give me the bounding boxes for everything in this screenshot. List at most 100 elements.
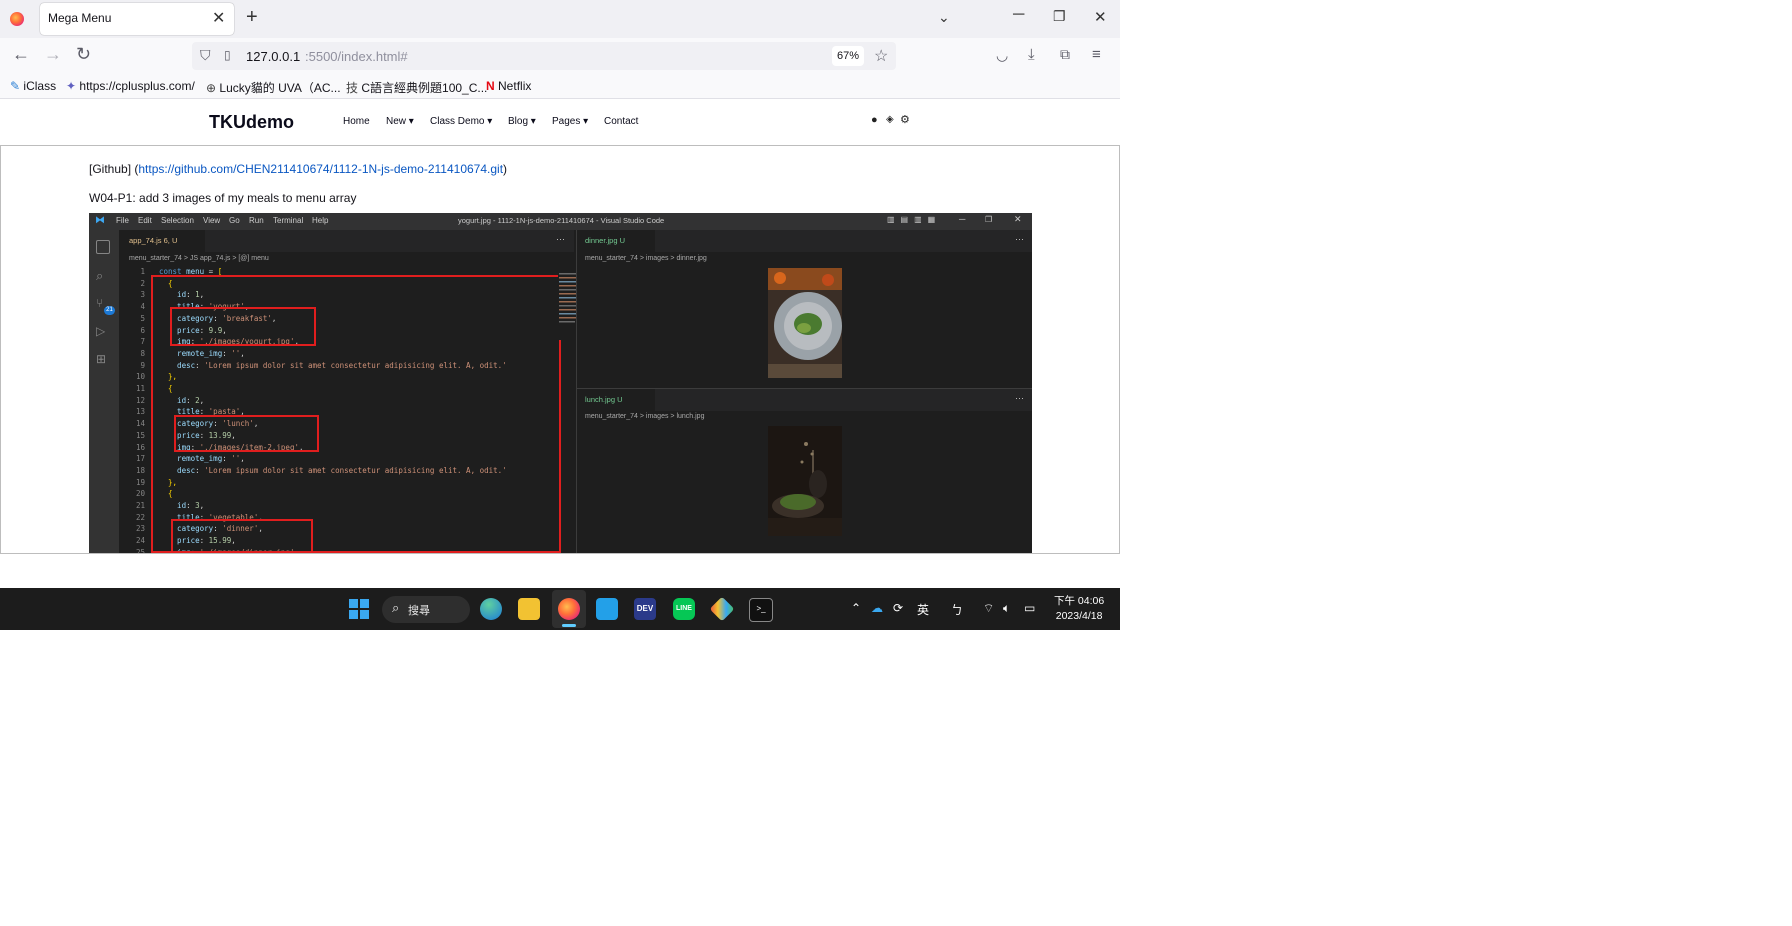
preview-tab-label: dinner.jpg U: [585, 236, 626, 245]
nav-class-demo[interactable]: Class Demo ▾: [430, 116, 492, 127]
vscode-editor: app_74.js 6, U ··· menu_starter_74 > JS …: [119, 230, 596, 553]
sync-icon[interactable]: ⟳: [893, 601, 903, 615]
editor-tab-app74: app_74.js 6, U: [119, 230, 205, 252]
vscode-titlebar: ⧓ File Edit Selection View Go Run Termin…: [89, 213, 1032, 230]
close-tab-icon[interactable]: ✕: [212, 8, 225, 28]
ime-mode-icon[interactable]: ㄅ: [951, 601, 963, 618]
zoom-level-button[interactable]: 67%: [832, 46, 864, 66]
devcpp-icon[interactable]: DEV: [634, 598, 656, 620]
clock-time: 下午 04:06: [1054, 595, 1105, 607]
vs-menu-run: Run: [249, 216, 264, 225]
downloads-icon[interactable]: ⤓: [1028, 46, 1035, 63]
tab-title: Mega Menu: [48, 11, 112, 25]
more-actions-icon: ···: [1015, 393, 1024, 403]
iclass-icon: ✎: [10, 79, 21, 93]
bookmark-cplusplus[interactable]: ✦ https://cplusplus.com/: [66, 79, 195, 93]
code-icon[interactable]: ◈: [886, 114, 894, 125]
show-hidden-icons-chevron[interactable]: ⌃: [851, 601, 861, 615]
nav-blog[interactable]: Blog ▾: [508, 116, 536, 127]
page-icon: ▯: [224, 48, 231, 62]
close-window-icon[interactable]: ✕: [1094, 8, 1107, 26]
line-icon[interactable]: LINE: [673, 598, 695, 620]
extensions-icon[interactable]: ⧉: [1060, 46, 1070, 63]
terminal-icon[interactable]: >_: [749, 598, 773, 622]
preview-top-tabs: dinner.jpg U ···: [577, 230, 1032, 252]
browser-nav-bar: ← → ↻ ⛉ ▯ 127.0.0.1 :5500/index.html# 67…: [0, 38, 1120, 74]
wifi-icon[interactable]: ⌔: [983, 601, 994, 616]
onedrive-icon[interactable]: ☁: [871, 601, 883, 615]
bookmark-star-icon[interactable]: ☆: [874, 46, 888, 66]
layout-icons: ▥▤▥▦: [887, 215, 942, 224]
highlight-box-lunch: [174, 415, 319, 452]
bookmark-iclass[interactable]: ✎ iClass: [10, 79, 56, 93]
bookmark-c-examples[interactable]: 技 C語言經典例題100_C...: [346, 79, 487, 96]
site-brand[interactable]: TKUdemo: [209, 112, 294, 133]
app-icon[interactable]: [709, 596, 735, 622]
vs-menu-edit: Edit: [138, 216, 152, 225]
preview-bottom-tabs: lunch.jpg U ···: [577, 388, 1032, 411]
tab-lunch-jpg: lunch.jpg U: [577, 389, 655, 411]
chevron-down-icon: ▾: [484, 116, 493, 127]
active-indicator: [562, 624, 576, 627]
new-tab-button[interactable]: +: [246, 6, 258, 29]
nav-home[interactable]: Home: [343, 116, 370, 127]
list-tabs-chevron-icon[interactable]: ⌄: [938, 9, 950, 26]
vscode-window-title: yogurt.jpg - 1112-1N-js-demo-211410674 -…: [458, 216, 665, 225]
content-frame: [Github] (https://github.com/CHEN2114106…: [0, 145, 1120, 554]
edge-icon[interactable]: [480, 598, 502, 620]
nav-new[interactable]: New ▾: [386, 116, 414, 127]
firefox-taskbar-icon[interactable]: [558, 598, 580, 620]
restore-icon[interactable]: ❐: [1053, 8, 1066, 25]
vscode-taskbar-icon[interactable]: [596, 598, 618, 620]
forward-icon[interactable]: →: [44, 44, 62, 65]
vs-minimize-icon: ─: [959, 214, 966, 224]
browser-tab-bar: Mega Menu ✕ + ⌄ ─ ❐ ✕: [0, 0, 1120, 38]
ime-indicator[interactable]: 英: [917, 601, 929, 618]
address-bar[interactable]: ⛉ ▯ 127.0.0.1 :5500/index.html# 67% ☆: [192, 42, 896, 70]
vs-close-icon: ✕: [1014, 214, 1022, 224]
search-icon: ⌕: [392, 600, 400, 615]
vs-menu-selection: Selection: [161, 216, 194, 225]
firefox-icon[interactable]: [10, 12, 24, 26]
system-clock[interactable]: 下午 04:06 2023/4/18: [1054, 594, 1104, 624]
vscode-logo-icon: ⧓: [95, 215, 105, 226]
battery-icon[interactable]: ▭: [1024, 601, 1035, 615]
taskbar-search[interactable]: ⌕ 搜尋: [382, 596, 470, 623]
vs-menu-help: Help: [312, 216, 329, 225]
url-host: 127.0.0.1: [246, 49, 301, 64]
editor-tab-label: app_74.js 6, U: [129, 236, 178, 245]
volume-icon[interactable]: 🔈︎: [1003, 601, 1010, 616]
start-icon[interactable]: [349, 599, 369, 619]
minimize-icon[interactable]: ─: [1013, 6, 1024, 24]
github-link[interactable]: https://github.com/CHEN211410674/1112-1N…: [138, 162, 503, 176]
github-line: [Github] (https://github.com/CHEN2114106…: [89, 162, 508, 176]
reload-icon[interactable]: ↻: [76, 44, 91, 65]
search-icon: ⌕: [96, 268, 104, 283]
nav-contact[interactable]: Contact: [604, 116, 638, 127]
windows-taskbar: ⌕ 搜尋 DEV LINE >_ ⌃ ☁ ⟳ 英 ㄅ ⌔ 🔈︎ ▭ 下午 04:…: [0, 588, 1120, 630]
gear-icon[interactable]: ⚙: [900, 113, 910, 126]
file-explorer-icon[interactable]: [518, 598, 540, 620]
menu-icon[interactable]: ≡: [1092, 46, 1101, 63]
netflix-icon: N: [486, 79, 495, 93]
bookmark-uva[interactable]: ⊕ Lucky貓的 UVA（AC...: [206, 79, 341, 96]
vs-menu-terminal: Terminal: [273, 216, 304, 225]
bookmark-netflix[interactable]: N Netflix: [486, 79, 531, 93]
source-control-badge: 21: [104, 306, 115, 315]
source-control-icon: ⑂: [96, 296, 104, 310]
pocket-icon[interactable]: ◡: [996, 47, 1008, 64]
back-icon[interactable]: ←: [12, 44, 30, 65]
extensions-icon: ⊞: [96, 352, 107, 366]
cplusplus-icon: ✦: [66, 79, 77, 93]
vs-restore-icon: ❐: [985, 215, 993, 224]
editor-tabs: app_74.js 6, U ···: [119, 230, 574, 252]
nav-pages[interactable]: Pages ▾: [552, 116, 588, 127]
shield-icon[interactable]: ⛉: [200, 47, 211, 64]
bookmarks-toolbar: ✎ iClass ✦ https://cplusplus.com/ ⊕ Luck…: [0, 74, 1120, 99]
github-icon[interactable]: ●: [871, 114, 878, 126]
clock-date: 2023/4/18: [1055, 610, 1103, 622]
highlight-box-dinner: [171, 519, 313, 553]
browser-tab[interactable]: Mega Menu ✕: [40, 3, 234, 35]
vs-menu-go: Go: [229, 216, 240, 225]
bookmark-site-icon: 技: [346, 81, 359, 95]
